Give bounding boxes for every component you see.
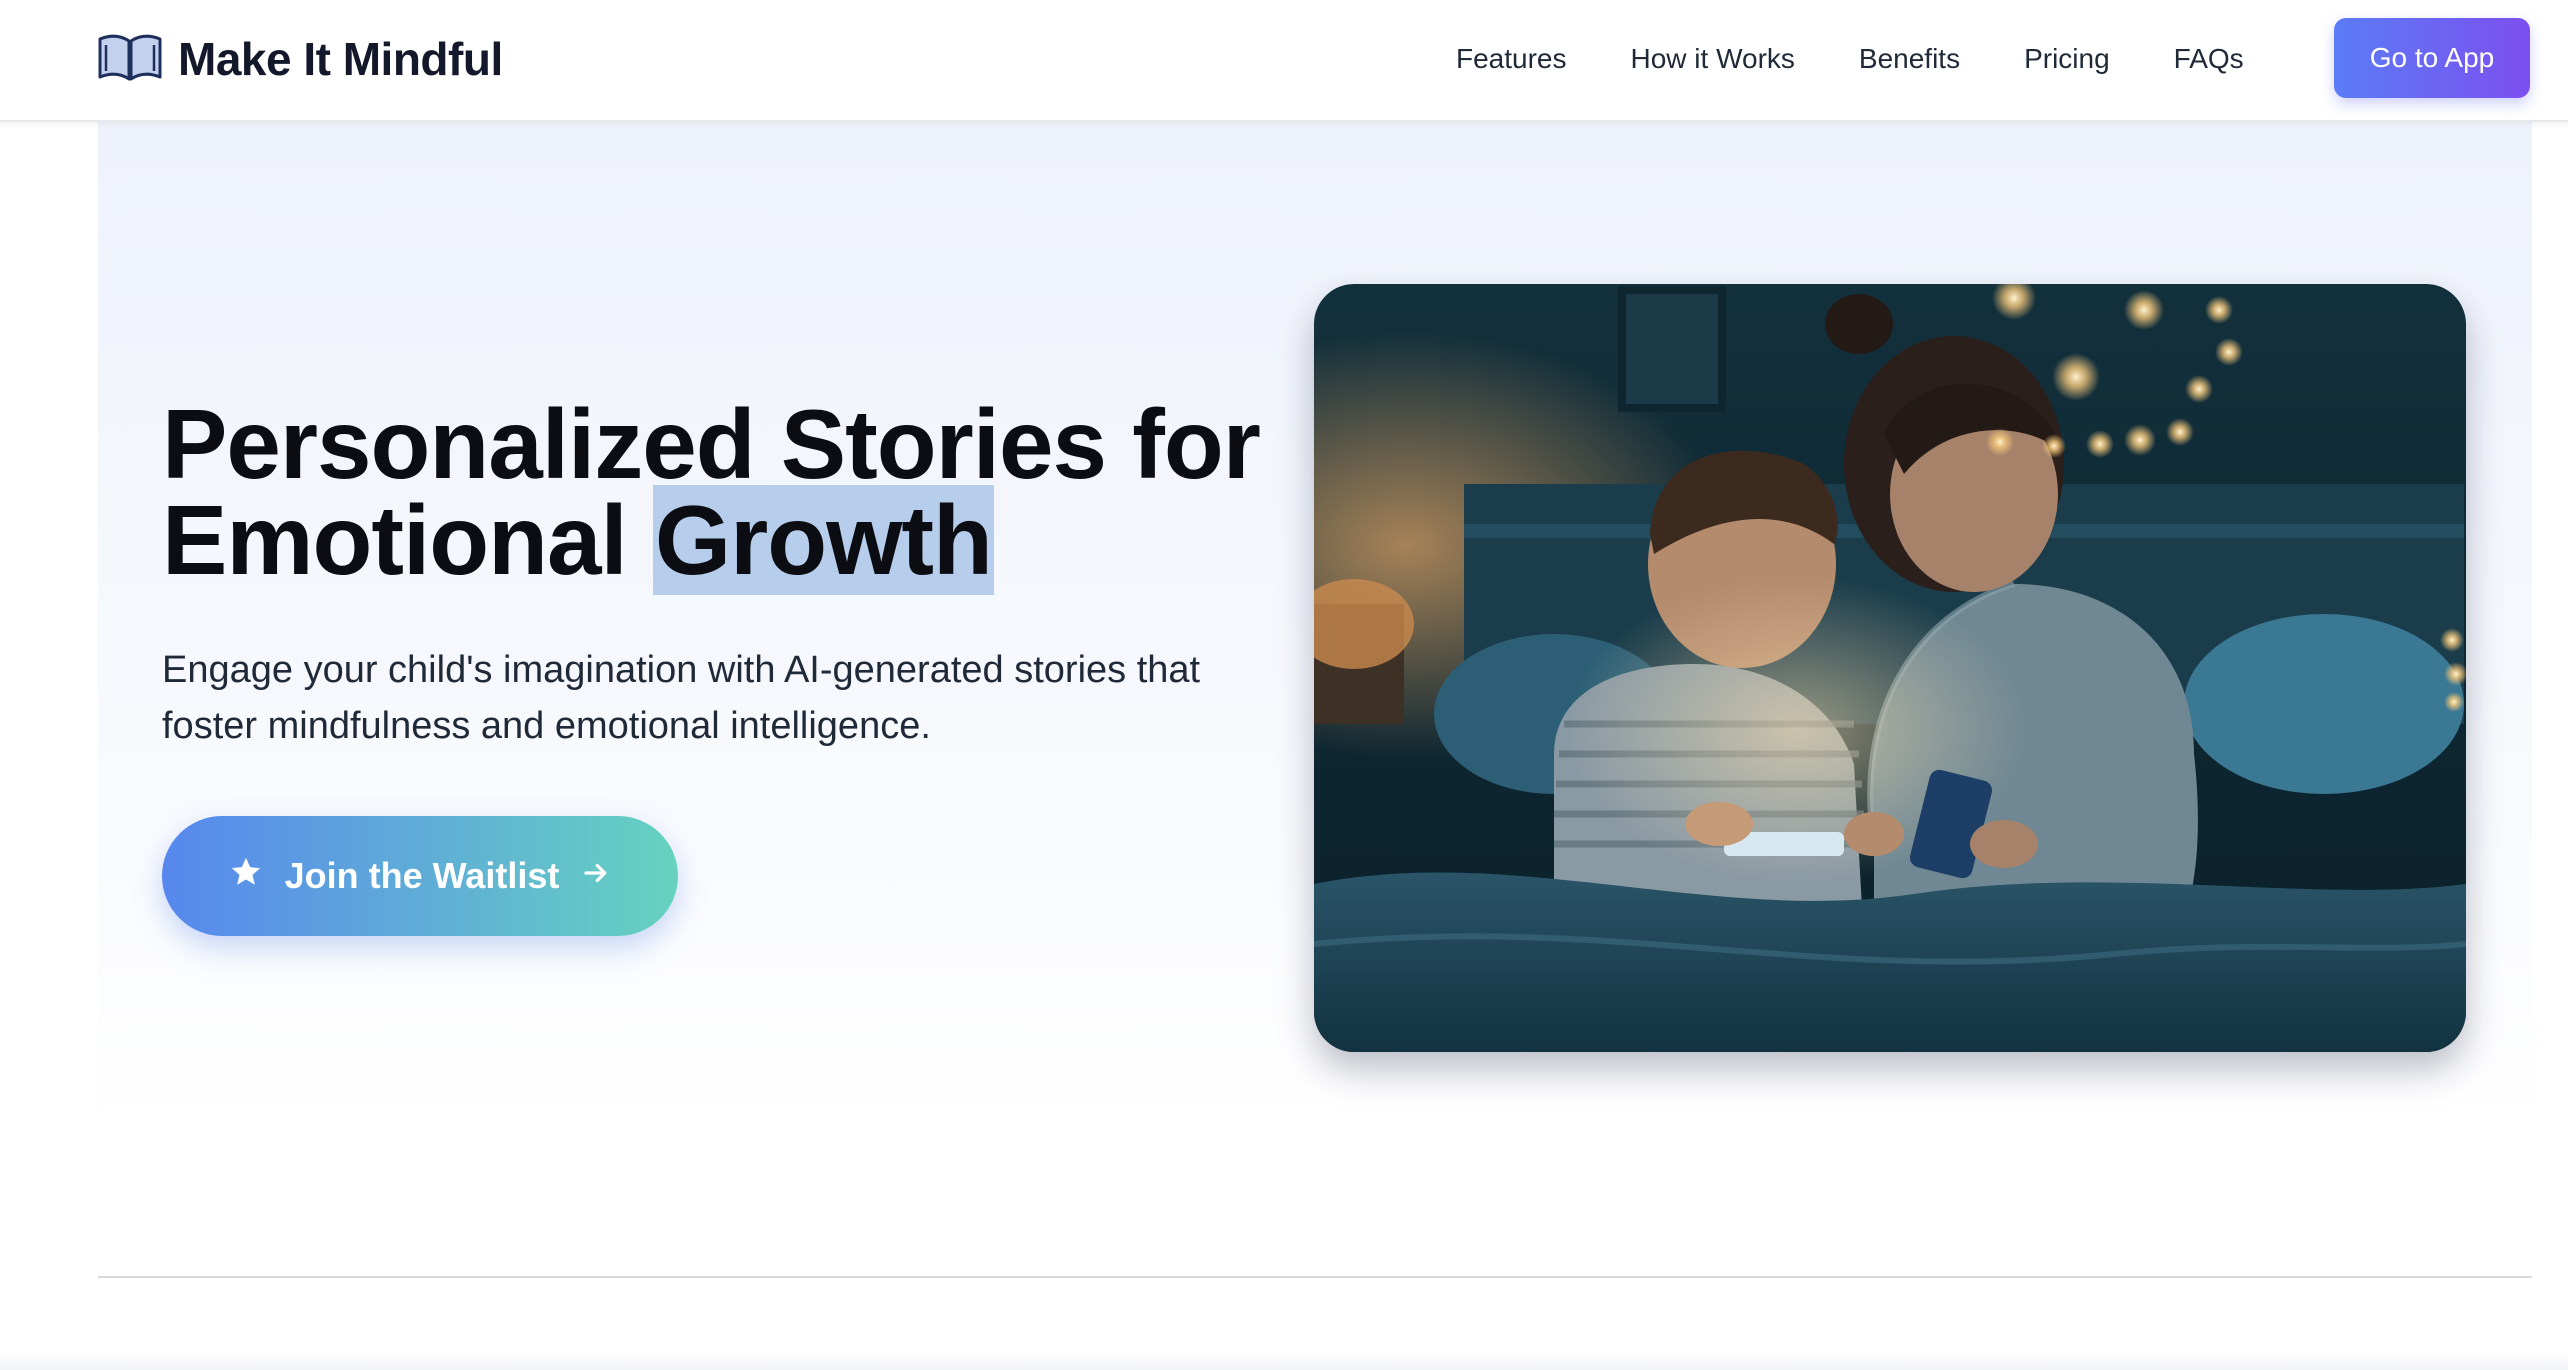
hero-title-line-2: Emotional Growth <box>162 485 1362 595</box>
go-to-app-button[interactable]: Go to App <box>2334 18 2530 98</box>
nav-link-benefits[interactable]: Benefits <box>1859 43 1960 75</box>
nav-link-faqs[interactable]: FAQs <box>2174 43 2244 75</box>
nav-link-pricing[interactable]: Pricing <box>2024 43 2110 75</box>
hero-image-mother-and-child-reading <box>1314 284 2466 1052</box>
nav-link-features[interactable]: Features <box>1456 43 1567 75</box>
brand-logo[interactable]: Make It Mindful <box>96 28 503 90</box>
next-section-edge <box>0 1350 2568 1370</box>
join-waitlist-label: Join the Waitlist <box>284 855 560 896</box>
hero-subtitle: Engage your child's imagination with AI-… <box>162 642 1292 754</box>
brand-name: Make It Mindful <box>178 33 503 85</box>
nav-link-how-it-works[interactable]: How it Works <box>1631 43 1795 75</box>
section-divider <box>98 1276 2532 1278</box>
hero-title-plain: Emotional <box>162 485 653 595</box>
star-icon <box>229 855 285 898</box>
hero-title-line-1: Personalized Stories for <box>162 389 1261 499</box>
join-waitlist-button[interactable]: Join the Waitlist <box>162 816 678 936</box>
hero-subtitle-line-2: foster mindfulness and emotional intelli… <box>162 705 931 747</box>
hero-title: Personalized Stories for Emotional Growt… <box>162 389 1362 595</box>
top-navbar: Make It Mindful Features How it Works Be… <box>0 0 2568 122</box>
hero-subtitle-line-1: Engage your child's imagination with AI-… <box>162 649 1201 691</box>
primary-nav: Features How it Works Benefits Pricing F… <box>1456 34 2244 84</box>
hero-title-highlight: Growth <box>652 485 994 595</box>
arrow-right-icon <box>559 855 611 897</box>
open-book-icon <box>96 31 178 88</box>
